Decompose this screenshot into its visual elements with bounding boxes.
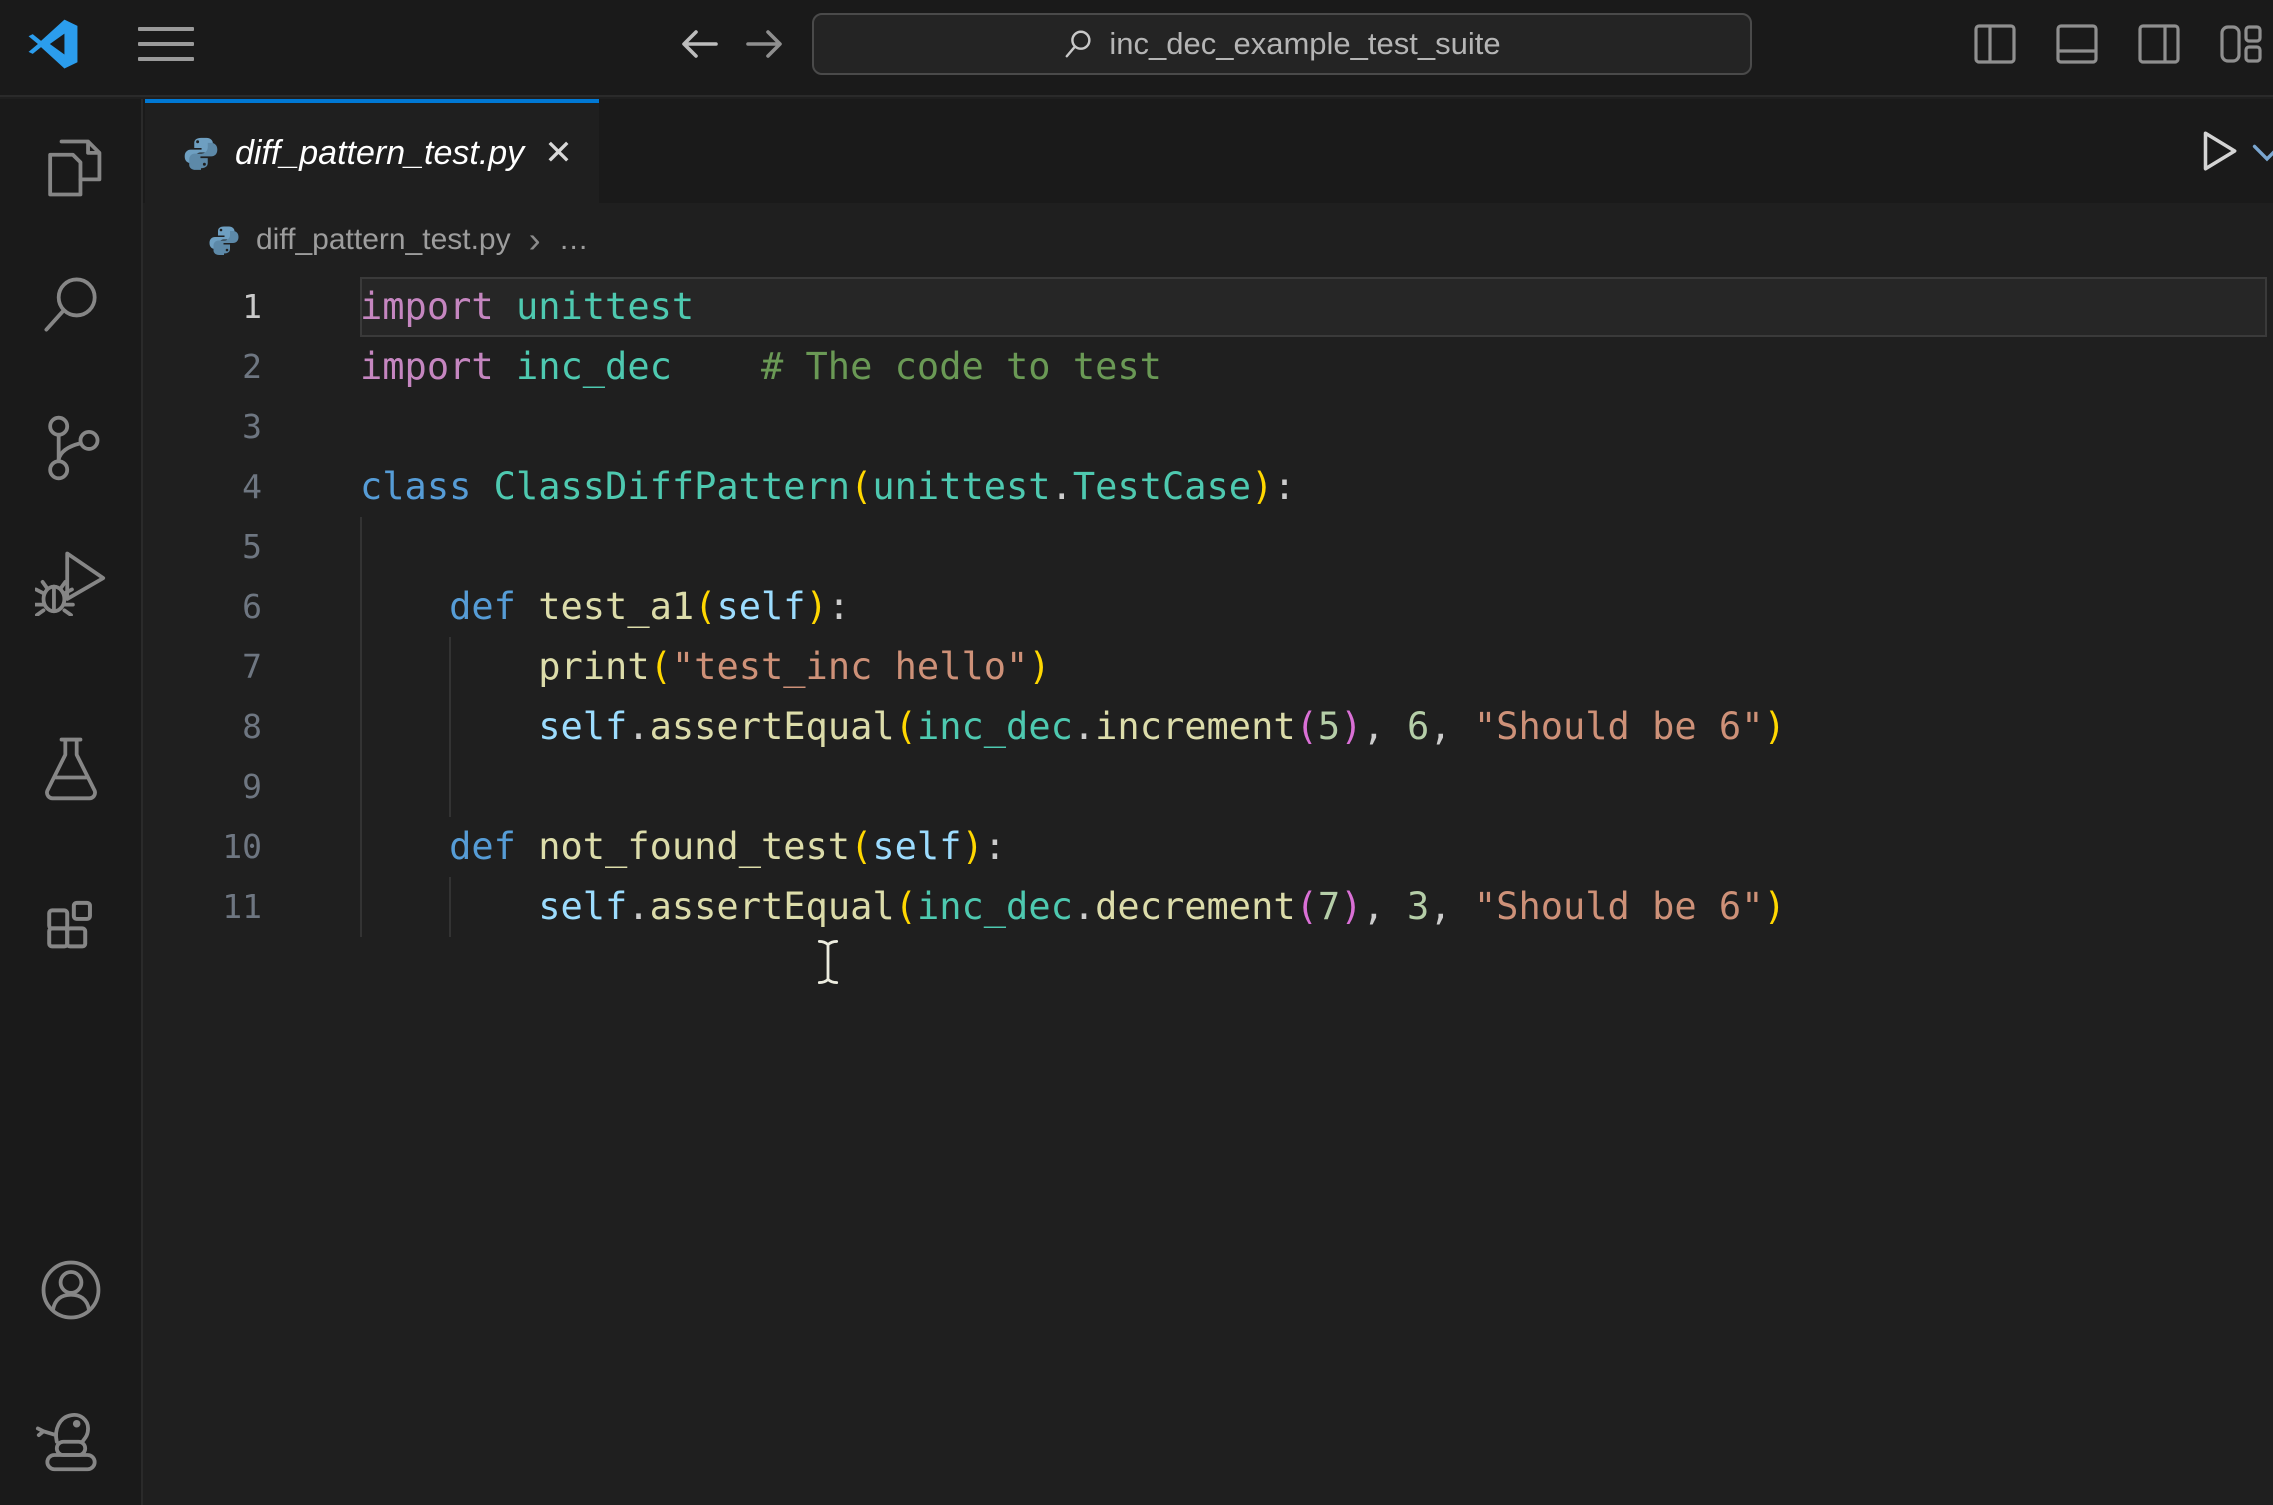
tab-strip: diff_pattern_test.py ✕	[143, 99, 2273, 203]
code-line[interactable]: 2 import inc_dec # The code to test	[143, 337, 2273, 397]
code-line[interactable]: 11 self.assertEqual(inc_dec.decrement(7)…	[143, 877, 2273, 937]
code-line-text: self.assertEqual(inc_dec.increment(5), 6…	[538, 705, 1786, 748]
explorer-icon[interactable]	[31, 128, 111, 208]
arrow-back-icon[interactable]	[672, 16, 728, 72]
code-line[interactable]: 5	[143, 517, 2273, 577]
code-editor[interactable]: 1 import unittest 2 import inc_dec # The co…	[143, 277, 2273, 1505]
line-number: 7	[242, 647, 262, 686]
title-bar: inc_dec_example_test_suite	[0, 0, 2273, 97]
run-icon[interactable]	[2189, 122, 2247, 180]
code-line[interactable]: 3	[143, 397, 2273, 457]
code-line-text: def not_found_test(self):	[449, 825, 1007, 868]
command-center-search[interactable]: inc_dec_example_test_suite	[812, 13, 1752, 75]
code-line[interactable]: 8 self.assertEqual(inc_dec.increment(5),…	[143, 697, 2273, 757]
line-number: 3	[242, 407, 262, 446]
line-number: 10	[222, 827, 262, 866]
mouse-cursor-ibeam-icon	[815, 938, 841, 986]
code-line-text: class ClassDiffPattern(unittest.TestCase…	[360, 465, 1296, 508]
code-line-text: def test_a1(self):	[449, 585, 851, 628]
extensions-icon[interactable]	[31, 878, 111, 958]
python-icon	[208, 224, 240, 256]
search-icon	[1063, 28, 1095, 60]
toggle-panel-icon[interactable]	[2053, 20, 2101, 68]
code-line[interactable]: 9	[143, 757, 2273, 817]
code-line[interactable]: 7 print("test_inc hello")	[143, 637, 2273, 697]
breadcrumb: diff_pattern_test.py › …	[143, 203, 2273, 277]
python-snake-icon[interactable]	[31, 1397, 111, 1477]
line-number: 2	[242, 347, 262, 386]
code-line[interactable]: 1 import unittest	[143, 277, 2273, 337]
tab-label: diff_pattern_test.py	[235, 133, 525, 172]
code-line[interactable]: 10 def not_found_test(self):	[143, 817, 2273, 877]
activity-bar	[0, 99, 143, 1505]
account-icon[interactable]	[31, 1250, 111, 1330]
line-number: 5	[242, 527, 262, 566]
run-debug-icon[interactable]	[31, 540, 111, 620]
line-number: 6	[242, 587, 262, 626]
breadcrumb-file[interactable]: diff_pattern_test.py	[256, 223, 511, 257]
code-line-text: import unittest	[360, 285, 695, 328]
layout-controls	[1971, 16, 2265, 72]
indent-guide	[360, 757, 362, 817]
close-icon[interactable]: ✕	[540, 132, 577, 174]
line-number: 8	[242, 707, 262, 746]
line-number: 4	[242, 467, 262, 506]
search-icon[interactable]	[31, 265, 111, 345]
python-icon	[183, 135, 219, 171]
run-dropdown-chevron-icon[interactable]	[2247, 131, 2273, 171]
toggle-primary-sidebar-icon[interactable]	[1971, 20, 2019, 68]
customize-layout-icon[interactable]	[2217, 20, 2265, 68]
source-control-icon[interactable]	[31, 408, 111, 488]
toggle-secondary-sidebar-icon[interactable]	[2135, 20, 2183, 68]
chevron-right-icon: ›	[528, 219, 541, 260]
line-number: 11	[222, 887, 262, 926]
editor-actions	[2189, 99, 2273, 203]
breadcrumb-more[interactable]: …	[559, 223, 589, 257]
vscode-logo-icon	[27, 17, 79, 69]
code-line-text: self.assertEqual(inc_dec.decrement(7), 3…	[538, 885, 1786, 928]
code-line-text: print("test_inc hello")	[538, 645, 1051, 688]
code-line-text: import inc_dec # The code to test	[360, 345, 1162, 388]
line-number: 9	[242, 767, 262, 806]
code-line[interactable]: 4 class ClassDiffPattern(unittest.TestCas…	[143, 457, 2273, 517]
code-line[interactable]: 6 def test_a1(self):	[143, 577, 2273, 637]
line-number: 1	[242, 287, 262, 326]
indent-guide	[449, 757, 451, 817]
menu-icon[interactable]	[138, 24, 194, 64]
arrow-forward-icon[interactable]	[736, 16, 792, 72]
search-value: inc_dec_example_test_suite	[1109, 26, 1501, 61]
indent-guide	[360, 517, 362, 577]
testing-icon[interactable]	[31, 728, 111, 808]
tab-diff-pattern-test[interactable]: diff_pattern_test.py ✕	[145, 99, 599, 203]
